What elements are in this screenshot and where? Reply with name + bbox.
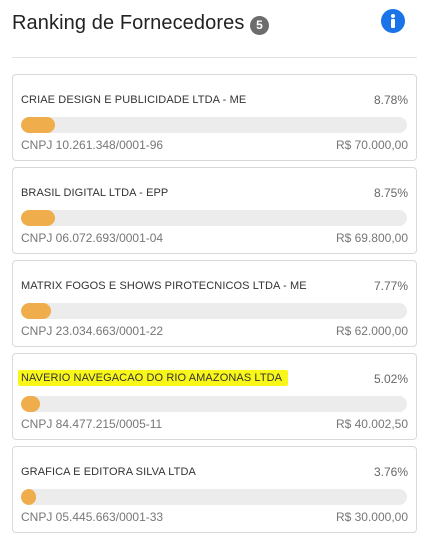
supplier-name: MATRIX FOGOS E SHOWS PIROTECNICOS LTDA -… — [21, 280, 307, 292]
progress-track — [21, 210, 407, 226]
supplier-name: BRASIL DIGITAL LTDA - EPP — [21, 187, 169, 199]
supplier-cnpj: CNPJ 10.261.348/0001-96 — [21, 138, 164, 152]
supplier-value: R$ 40.002,50 — [335, 417, 408, 431]
progress-track — [21, 303, 407, 319]
supplier-cnpj: CNPJ 23.034.663/0001-22 — [21, 324, 164, 338]
supplier-card[interactable]: CRIAE DESIGN E PUBLICIDADE LTDA - ME 8.7… — [12, 74, 417, 161]
supplier-value: R$ 70.000,00 — [335, 138, 408, 152]
supplier-card[interactable]: NAVERIO NAVEGACAO DO RIO AMAZONAS LTDA 5… — [12, 353, 417, 440]
progress-track — [21, 117, 407, 133]
count-badge: 5 — [250, 16, 269, 35]
supplier-name: GRAFICA E EDITORA SILVA LTDA — [21, 466, 196, 478]
progress-track — [21, 396, 407, 412]
supplier-card[interactable]: BRASIL DIGITAL LTDA - EPP 8.75% CNPJ 06.… — [12, 167, 417, 254]
supplier-card[interactable]: MATRIX FOGOS E SHOWS PIROTECNICOS LTDA -… — [12, 260, 417, 347]
supplier-list: CRIAE DESIGN E PUBLICIDADE LTDA - ME 8.7… — [12, 74, 417, 539]
progress-track — [21, 489, 407, 505]
supplier-value: R$ 69.800,00 — [335, 231, 408, 245]
supplier-value: R$ 30.000,00 — [335, 510, 408, 524]
page-title: Ranking de Fornecedores — [12, 12, 245, 34]
progress-fill — [21, 489, 36, 505]
supplier-percent: 8.75% — [373, 186, 408, 200]
progress-fill — [21, 210, 55, 226]
supplier-percent: 7.77% — [373, 279, 408, 293]
supplier-card[interactable]: GRAFICA E EDITORA SILVA LTDA 3.76% CNPJ … — [12, 446, 417, 533]
supplier-cnpj: CNPJ 06.072.693/0001-04 — [21, 231, 164, 245]
progress-fill — [21, 117, 55, 133]
header-divider — [12, 57, 417, 58]
supplier-percent: 5.02% — [373, 372, 408, 386]
supplier-name: CRIAE DESIGN E PUBLICIDADE LTDA - ME — [21, 94, 247, 106]
supplier-percent: 8.78% — [373, 93, 408, 107]
info-icon[interactable] — [381, 9, 405, 33]
panel-header: Ranking de Fornecedores 5 — [12, 8, 417, 48]
supplier-value: R$ 62.000,00 — [335, 324, 408, 338]
progress-fill — [21, 303, 51, 319]
supplier-cnpj: CNPJ 84.477.215/0005-11 — [21, 417, 163, 431]
supplier-cnpj: CNPJ 05.445.663/0001-33 — [21, 510, 164, 524]
supplier-name: NAVERIO NAVEGACAO DO RIO AMAZONAS LTDA — [18, 370, 289, 386]
progress-fill — [21, 396, 41, 412]
supplier-percent: 3.76% — [373, 465, 408, 479]
